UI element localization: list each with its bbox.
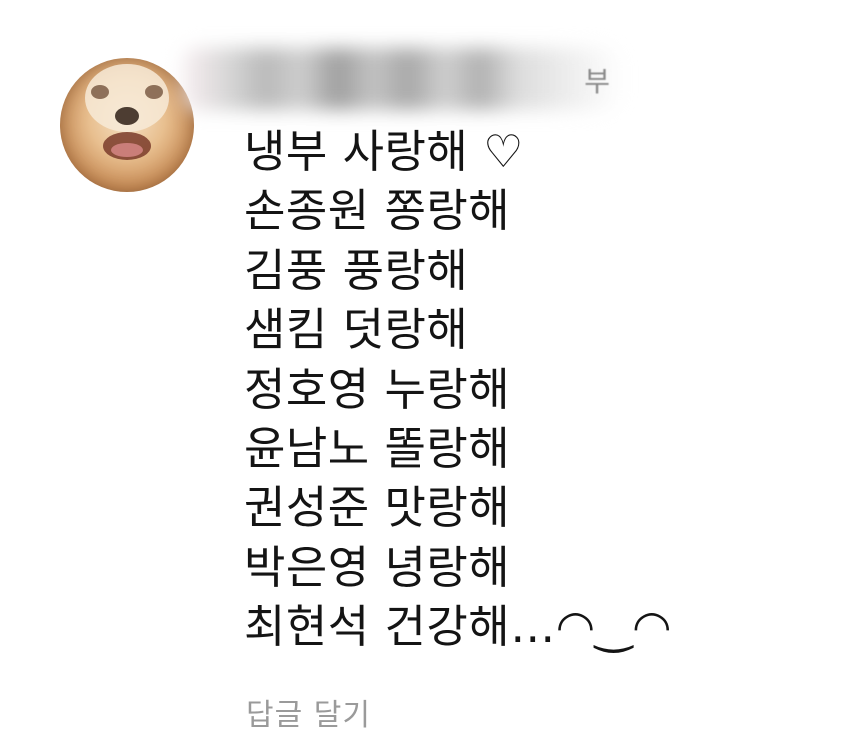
username-redacted[interactable]: 부 [176,48,624,110]
comment-line: 김풍 풍랑해 [244,243,469,297]
comment: 부 냉부 사랑해 ♡ 손종원 쫑랑해 김풍 풍랑해 샘킴 덧랑해 정호영 누랑해… [0,0,856,733]
comment-line: 박은영 녕랑해 [244,540,511,594]
username-visible-fragment: 부 [584,65,610,98]
reply-button[interactable]: 답글 달기 [246,690,371,734]
puppy-icon [85,64,169,160]
comment-line: 최현석 건강해…◠‿◠ [244,600,672,654]
comment-line: 손종원 쫑랑해 [244,184,511,238]
comment-line: 냉부 사랑해 ♡ [244,125,524,178]
redaction-blur [176,48,624,110]
comment-body: 냉부 사랑해 ♡ 손종원 쫑랑해 김풍 풍랑해 샘킴 덧랑해 정호영 누랑해 윤… [244,122,672,657]
comment-line: 윤남노 똘랑해 [244,422,511,476]
comment-line: 샘킴 덧랑해 [244,303,469,357]
comment-line: 정호영 누랑해 [244,362,511,416]
avatar[interactable] [60,58,194,192]
comment-line: 권성준 맛랑해 [244,481,511,535]
